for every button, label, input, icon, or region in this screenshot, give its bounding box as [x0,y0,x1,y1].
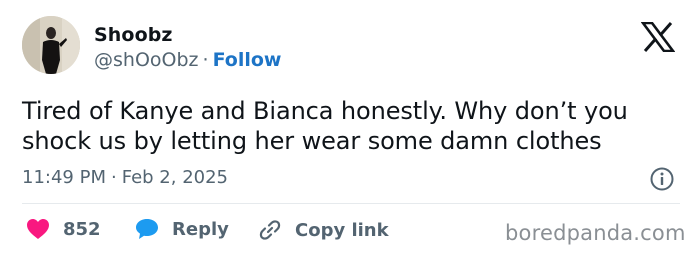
display-name[interactable]: Shoobz [94,24,173,46]
separator-dot: · [202,49,209,71]
follow-button[interactable]: Follow [213,49,282,71]
reply-label: Reply [172,218,229,240]
like-button[interactable]: 852 [26,218,101,240]
link-icon [259,220,281,240]
heart-icon [27,219,49,239]
x-logo-icon[interactable] [641,22,675,52]
like-count: 852 [63,218,101,240]
divider [22,203,680,204]
tweet-text: Tired of Kanye and Bianca honestly. Why … [22,97,628,155]
separator-dot: · [110,167,117,188]
handle-line: @shOoObz · Follow [94,49,281,71]
info-circle-icon[interactable] [649,166,675,192]
reply-button[interactable]: Reply [135,218,229,240]
watermark: boredpanda.com [505,221,686,245]
tweet-time: 11:49 PM [22,167,106,188]
avatar[interactable] [22,16,80,74]
copy-link-button[interactable]: Copy link [258,218,389,242]
copy-link-label: Copy link [295,219,389,241]
profile-photo-icon [22,16,80,74]
tweet-date: Feb 2, 2025 [121,167,229,188]
user-handle[interactable]: @shOoObz [94,49,199,71]
speech-bubble-icon [136,219,158,239]
timestamp[interactable]: 11:49 PM · Feb 2, 2025 [22,167,228,188]
